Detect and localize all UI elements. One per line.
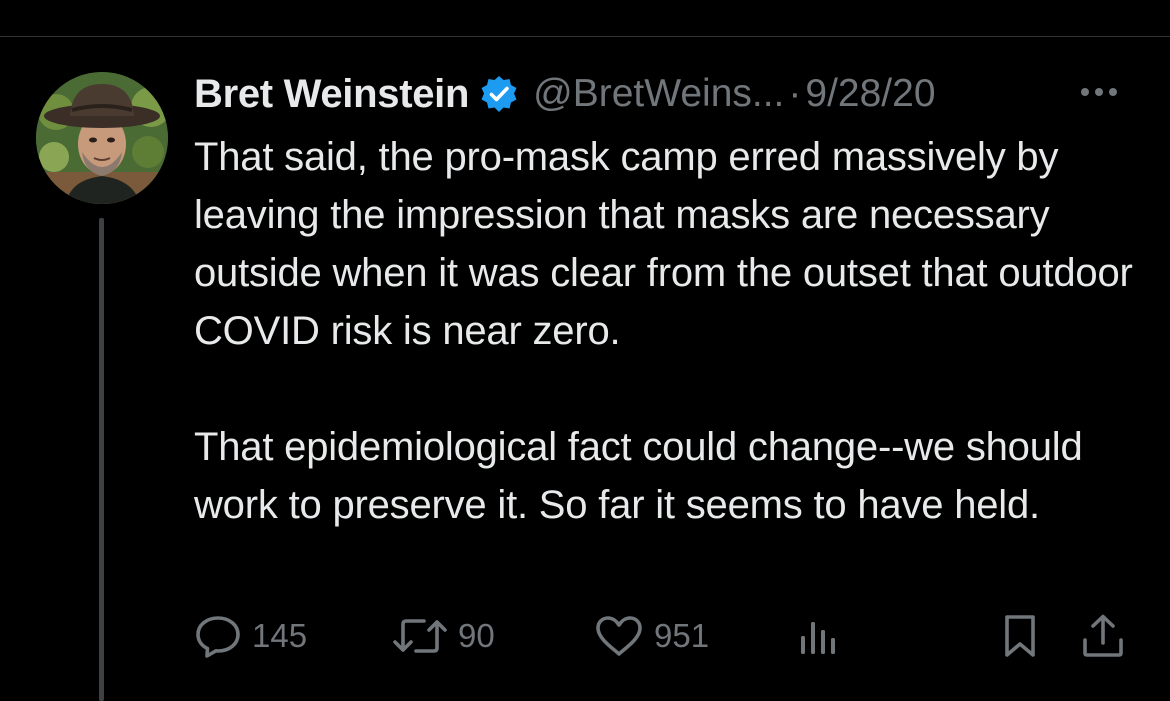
separator-dot: · (788, 72, 802, 115)
heart-icon (594, 614, 644, 658)
more-dots-icon[interactable] (1076, 82, 1122, 102)
avatar[interactable] (36, 72, 168, 204)
tweet-timestamp[interactable]: 9/28/20 (805, 72, 935, 116)
reply-button[interactable]: 145 (194, 610, 307, 662)
bookmark-icon (1000, 613, 1040, 659)
like-count: 951 (654, 617, 710, 654)
views-button[interactable] (798, 610, 838, 662)
like-button[interactable]: 951 (594, 610, 709, 662)
reply-bubble-icon (194, 614, 242, 658)
reply-count: 145 (252, 617, 308, 654)
author-name[interactable]: Bret Weinstein (194, 72, 469, 117)
tweet-header: Bret Weinstein @BretWeins... · 9/28/20 (194, 68, 1144, 120)
avatar-photo (36, 72, 168, 204)
retweet-icon (392, 614, 448, 658)
bookmark-button[interactable] (1000, 610, 1040, 662)
retweet-button[interactable]: 90 (392, 610, 495, 662)
share-upload-icon (1080, 613, 1126, 659)
tweet-actions-bar: 145 90 951 (194, 610, 1139, 662)
thread-connector-line (99, 218, 104, 701)
views-bar-chart-icon (798, 614, 838, 658)
share-button[interactable] (1080, 610, 1126, 662)
verified-badge-icon (479, 74, 519, 114)
top-divider (0, 36, 1170, 37)
author-handle[interactable]: @BretWeins... (533, 72, 784, 116)
tweet-paragraph: That said, the pro-mask camp erred massi… (194, 135, 1133, 353)
retweet-count: 90 (458, 617, 495, 654)
tweet-paragraph: That epidemiological fact could change--… (194, 425, 1083, 527)
tweet-text: That said, the pro-mask camp erred massi… (194, 128, 1144, 534)
